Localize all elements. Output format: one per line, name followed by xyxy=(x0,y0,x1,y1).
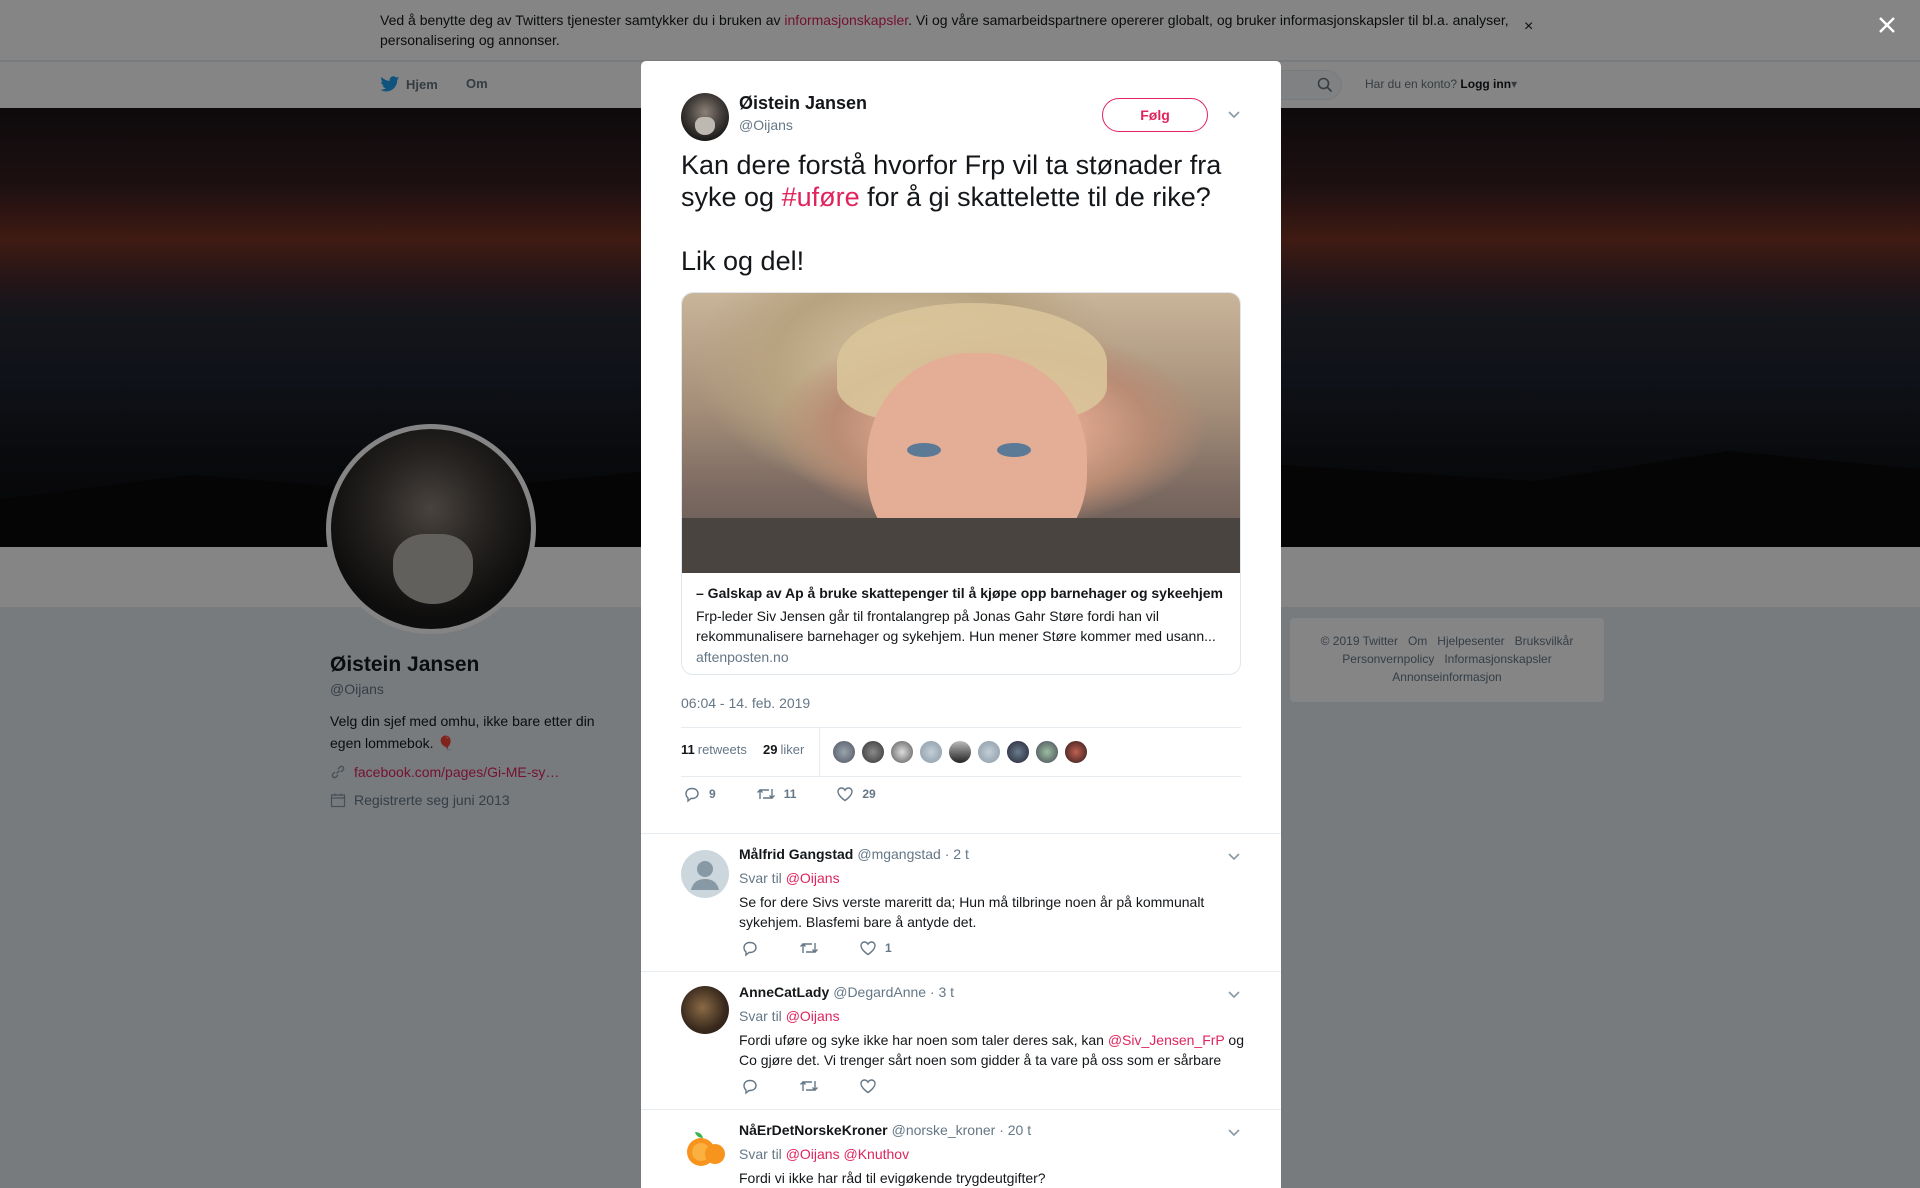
liker-avatar[interactable] xyxy=(832,740,856,764)
liker-avatar[interactable] xyxy=(948,740,972,764)
card-domain: aftenposten.no xyxy=(696,649,789,665)
liker-avatar[interactable] xyxy=(1064,740,1088,764)
reply-avatar[interactable] xyxy=(681,986,729,1034)
like-button[interactable]: 1 xyxy=(859,939,892,957)
liker-avatar[interactable] xyxy=(1006,740,1030,764)
default-avatar-icon xyxy=(691,861,719,890)
chevron-down-icon[interactable] xyxy=(1226,986,1242,1002)
reply-to: Svar til @Oijans xyxy=(739,1008,840,1024)
reply-tweet[interactable]: Målfrid Gangstad @mgangstad · 2 t Svar ti… xyxy=(641,833,1281,971)
reply-actions xyxy=(741,1077,925,1095)
liker-avatar[interactable] xyxy=(1035,740,1059,764)
reply-to: Svar til @Oijans xyxy=(739,870,840,886)
tweet-author-handle[interactable]: @Oijans xyxy=(739,117,793,133)
retweet-icon xyxy=(800,943,818,953)
reply-header: AnneCatLady @DegardAnne · 3 t xyxy=(739,984,955,1000)
like-button[interactable]: 29 xyxy=(836,785,876,803)
card-title: – Galskap av Ap å bruke skattepenger til… xyxy=(696,585,1224,601)
reply-actions: 1 xyxy=(741,939,932,957)
tweet-stats: 11 retweets 29 liker xyxy=(681,727,1241,777)
heart-icon xyxy=(837,787,854,802)
tweet-modal: Øistein Jansen @Oijans Følg Kan dere for… xyxy=(641,61,1281,1188)
chevron-down-icon[interactable] xyxy=(1226,106,1242,122)
retweet-button[interactable] xyxy=(799,939,819,957)
hashtag-link[interactable]: #uføre xyxy=(782,182,860,212)
retweet-icon xyxy=(756,789,775,799)
reply-header: NåErDetNorskeKroner @norske_kroner · 20 t xyxy=(739,1122,1032,1138)
mention-link[interactable]: @Siv_Jensen_FrP xyxy=(1108,1032,1225,1048)
card-description: Frp-leder Siv Jensen går til frontalangr… xyxy=(696,608,1216,644)
reply-text: Se for dere Sivs verste mareritt da; Hun… xyxy=(739,894,1205,930)
retweet-icon xyxy=(800,1081,818,1091)
reply-tweet[interactable]: NåErDetNorskeKroner @norske_kroner · 20 t… xyxy=(641,1109,1281,1188)
liker-avatar[interactable] xyxy=(977,740,1001,764)
chevron-down-icon[interactable] xyxy=(1226,848,1242,864)
retweets-stat[interactable]: 11 retweets xyxy=(681,742,747,757)
like-button[interactable] xyxy=(859,1077,885,1095)
link-preview-card[interactable]: – Galskap av Ap å bruke skattepenger til… xyxy=(681,292,1241,675)
chevron-down-icon[interactable] xyxy=(1226,1124,1242,1140)
tweet-author-avatar[interactable] xyxy=(681,93,729,141)
liker-avatars xyxy=(832,740,1088,764)
reply-icon xyxy=(685,787,699,803)
reply-button[interactable] xyxy=(741,1077,759,1095)
tweet-text-line2: Lik og del! xyxy=(681,246,805,276)
follow-button[interactable]: Følg xyxy=(1102,98,1208,132)
reply-text: Fordi vi ikke har råd til evigøkende try… xyxy=(739,1170,1046,1186)
likes-stat[interactable]: 29 liker xyxy=(763,742,804,757)
tweet-text: Kan dere forstå hvorfor Frp vil ta støna… xyxy=(681,150,1222,212)
reply-icon xyxy=(743,941,757,957)
retweet-button[interactable] xyxy=(799,1077,819,1095)
reply-header: Målfrid Gangstad @mgangstad · 2 t xyxy=(739,846,969,862)
reply-button[interactable]: 9 xyxy=(683,785,716,803)
reply-to: Svar til @Oijans @Knuthov xyxy=(739,1146,910,1162)
reply-icon xyxy=(743,1079,757,1095)
close-icon[interactable] xyxy=(1872,10,1902,40)
heart-icon xyxy=(860,941,876,956)
heart-icon xyxy=(860,1079,876,1094)
tweet-author-name[interactable]: Øistein Jansen xyxy=(739,93,867,114)
reply-avatar[interactable] xyxy=(681,850,729,898)
reply-text: Fordi uføre og syke ikke har noen som ta… xyxy=(739,1032,1244,1068)
liker-avatar[interactable] xyxy=(919,740,943,764)
liker-avatar[interactable] xyxy=(861,740,885,764)
reply-button[interactable] xyxy=(741,939,759,957)
reply-avatar[interactable] xyxy=(681,1124,729,1172)
retweet-button[interactable]: 11 xyxy=(756,785,796,803)
stats-divider xyxy=(819,728,820,776)
card-image xyxy=(682,293,1240,573)
tweet-timestamp[interactable]: 06:04 - 14. feb. 2019 xyxy=(681,695,810,711)
reply-tweet[interactable]: AnneCatLady @DegardAnne · 3 t Svar til @O… xyxy=(641,971,1281,1109)
tweet-actions: 9 11 29 xyxy=(683,785,916,803)
orange-icon xyxy=(687,1132,725,1166)
liker-avatar[interactable] xyxy=(890,740,914,764)
